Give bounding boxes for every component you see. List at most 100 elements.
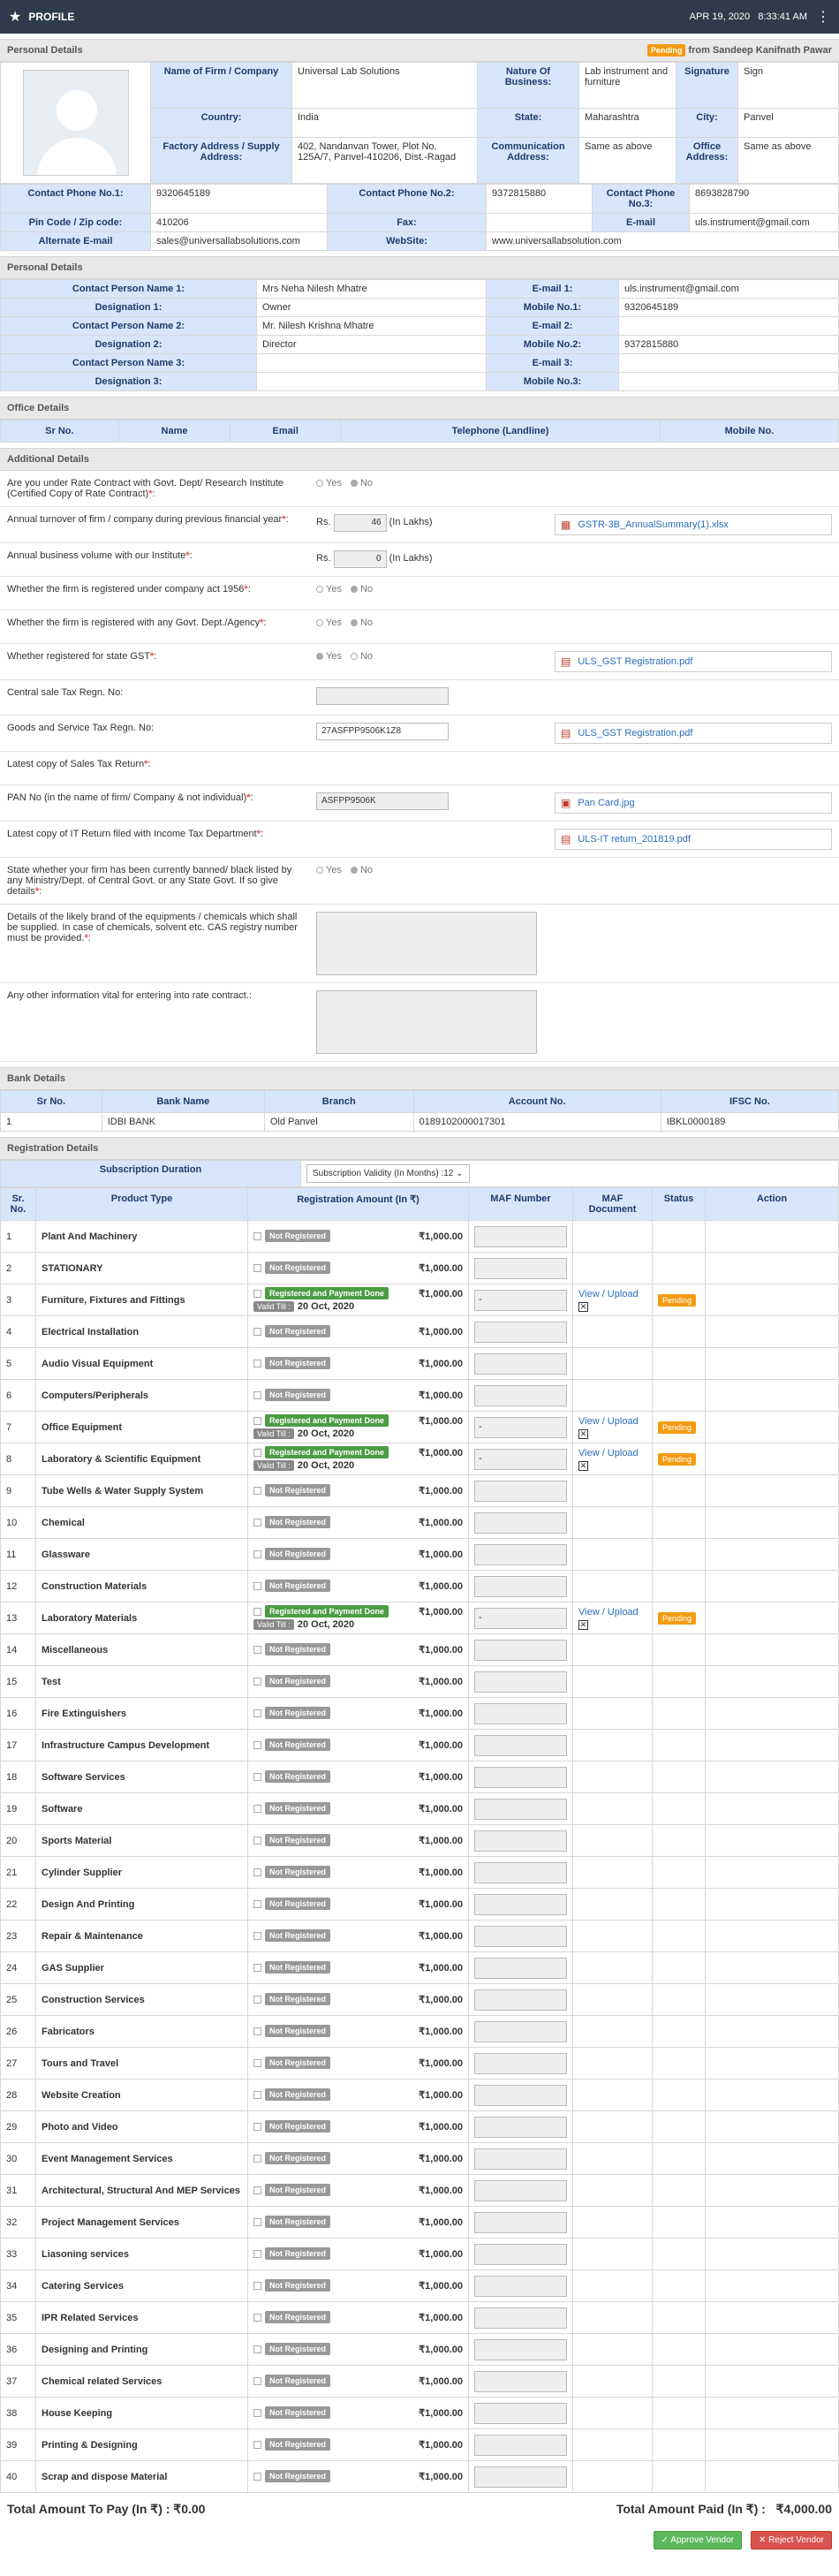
registration-checkbox[interactable] — [253, 2122, 261, 2131]
registration-checkbox[interactable] — [253, 1677, 261, 1686]
approve-vendor-button[interactable]: ✓ Approve Vendor — [653, 2531, 742, 2549]
registration-checkbox[interactable] — [253, 2345, 261, 2353]
registration-checkbox[interactable] — [253, 2408, 261, 2417]
maf-number-input[interactable] — [474, 2179, 567, 2201]
rate-contract-yes[interactable]: Yes — [316, 478, 342, 489]
maf-number-input[interactable]: - — [474, 1607, 567, 1629]
registration-checkbox[interactable] — [253, 2090, 261, 2099]
view-upload-link[interactable]: View / Upload — [578, 1416, 639, 1427]
registration-checkbox[interactable] — [253, 2281, 261, 2290]
maf-number-input[interactable] — [474, 1639, 567, 1661]
it-return-file[interactable]: ▤ ULS-IT return_201819.pdf — [555, 829, 832, 850]
maf-number-input[interactable] — [474, 2434, 567, 2456]
maf-number-input[interactable] — [474, 1352, 567, 1375]
registration-checkbox[interactable] — [253, 2472, 261, 2481]
maf-number-input[interactable] — [474, 1702, 567, 1724]
maf-number-input[interactable] — [474, 1384, 567, 1406]
view-upload-link[interactable]: View / Upload — [578, 1289, 639, 1299]
remove-icon[interactable]: ✕ — [578, 1460, 588, 1471]
maf-number-input[interactable] — [474, 2116, 567, 2138]
pan-file[interactable]: ▣ Pan Card.jpg — [555, 792, 832, 814]
maf-number-input[interactable] — [474, 2402, 567, 2424]
registration-checkbox[interactable] — [253, 1486, 261, 1495]
registration-checkbox[interactable] — [253, 1263, 261, 1272]
registration-checkbox[interactable] — [253, 1645, 261, 1654]
maf-number-input[interactable] — [474, 2020, 567, 2042]
remove-icon[interactable]: ✕ — [578, 1619, 588, 1630]
state-gst-no[interactable]: No — [350, 651, 373, 662]
maf-number-input[interactable] — [474, 2275, 567, 2297]
registration-checkbox[interactable] — [253, 2249, 261, 2258]
registration-checkbox[interactable] — [253, 1581, 261, 1590]
maf-number-input[interactable]: - — [474, 1448, 567, 1470]
brand-textarea[interactable] — [316, 912, 537, 975]
registration-checkbox[interactable] — [253, 1416, 261, 1425]
reject-vendor-button[interactable]: ✕ Reject Vendor — [751, 2531, 832, 2549]
registration-checkbox[interactable] — [253, 1231, 261, 1240]
gst-file[interactable]: ▤ ULS_GST Registration.pdf — [555, 651, 832, 672]
maf-number-input[interactable] — [474, 1512, 567, 1534]
maf-number-input[interactable] — [474, 2370, 567, 2392]
maf-number-input[interactable]: - — [474, 1289, 567, 1311]
turnover-file[interactable]: ▦ GSTR-3B_AnnualSummary(1).xlsx — [555, 514, 832, 535]
maf-number-input[interactable] — [474, 1798, 567, 1820]
maf-number-input[interactable] — [474, 1925, 567, 1947]
registration-checkbox[interactable] — [253, 1549, 261, 1558]
pan-input[interactable]: ASFPP9506K — [316, 792, 449, 810]
registration-checkbox[interactable] — [253, 2440, 261, 2449]
registration-checkbox[interactable] — [253, 1518, 261, 1527]
maf-number-input[interactable] — [474, 2211, 567, 2233]
maf-number-input[interactable] — [474, 1861, 567, 1883]
subscription-select[interactable]: Subscription Validity (In Months) :12 ⌄ — [306, 1164, 470, 1183]
maf-number-input[interactable] — [474, 1893, 567, 1915]
registration-checkbox[interactable] — [253, 1836, 261, 1845]
registration-checkbox[interactable] — [253, 2313, 261, 2322]
registration-checkbox[interactable] — [253, 1963, 261, 1972]
maf-number-input[interactable] — [474, 1257, 567, 1279]
maf-number-input[interactable] — [474, 1225, 567, 1247]
govt-dept-yes[interactable]: Yes — [316, 617, 342, 628]
maf-number-input[interactable] — [474, 1671, 567, 1693]
registration-checkbox[interactable] — [253, 1899, 261, 1908]
maf-number-input[interactable] — [474, 1766, 567, 1788]
turnover-input[interactable]: 46 — [333, 514, 387, 532]
registration-checkbox[interactable] — [253, 2186, 261, 2194]
maf-number-input[interactable] — [474, 2052, 567, 2074]
registration-checkbox[interactable] — [253, 1289, 261, 1298]
maf-number-input[interactable] — [474, 2148, 567, 2170]
maf-number-input[interactable] — [474, 2466, 567, 2488]
maf-number-input[interactable] — [474, 2243, 567, 2265]
registration-checkbox[interactable] — [253, 1931, 261, 1940]
maf-number-input[interactable] — [474, 2307, 567, 2329]
more-menu-icon[interactable]: ⋮ — [816, 8, 830, 26]
other-info-textarea[interactable] — [316, 990, 537, 1054]
maf-number-input[interactable] — [474, 1543, 567, 1565]
company-act-no[interactable]: No — [350, 584, 373, 595]
remove-icon[interactable]: ✕ — [578, 1428, 588, 1439]
gst-input[interactable]: 27ASFPP9506K1Z8 — [316, 723, 449, 740]
maf-number-input[interactable] — [474, 2338, 567, 2360]
registration-checkbox[interactable] — [253, 2027, 261, 2035]
maf-number-input[interactable]: - — [474, 1416, 567, 1438]
registration-checkbox[interactable] — [253, 1708, 261, 1717]
registration-checkbox[interactable] — [253, 1804, 261, 1813]
maf-number-input[interactable] — [474, 1830, 567, 1852]
rate-contract-no[interactable]: No — [350, 478, 373, 489]
maf-number-input[interactable] — [474, 1989, 567, 2011]
business-volume-input[interactable]: 0 — [333, 550, 387, 568]
registration-checkbox[interactable] — [253, 1740, 261, 1749]
maf-number-input[interactable] — [474, 1734, 567, 1756]
registration-checkbox[interactable] — [253, 1390, 261, 1399]
registration-checkbox[interactable] — [253, 1772, 261, 1781]
cst-input[interactable] — [316, 687, 449, 705]
company-act-yes[interactable]: Yes — [316, 584, 342, 595]
registration-checkbox[interactable] — [253, 1327, 261, 1336]
view-upload-link[interactable]: View / Upload — [578, 1448, 639, 1458]
govt-dept-no[interactable]: No — [350, 617, 373, 628]
registration-checkbox[interactable] — [253, 1995, 261, 2004]
registration-checkbox[interactable] — [253, 1448, 261, 1457]
maf-number-input[interactable] — [474, 1321, 567, 1343]
gst-no-file[interactable]: ▤ ULS_GST Registration.pdf — [555, 723, 832, 744]
registration-checkbox[interactable] — [253, 2376, 261, 2385]
registration-checkbox[interactable] — [253, 2154, 261, 2163]
